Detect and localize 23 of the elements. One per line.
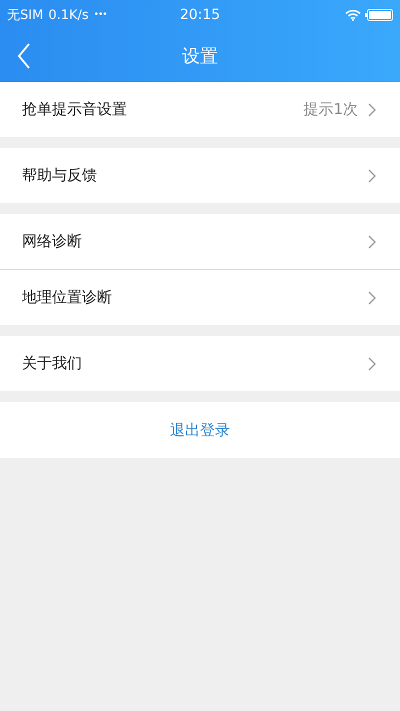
settings-row[interactable]: 地理位置诊断 bbox=[0, 270, 400, 325]
clock: 20:15 bbox=[180, 7, 220, 23]
chevron-icon bbox=[368, 168, 376, 182]
row-value: 提示1次 bbox=[303, 100, 358, 119]
row-label: 帮助与反馈 bbox=[22, 166, 97, 185]
row-label: 地理位置诊断 bbox=[22, 288, 112, 307]
chevron-icon bbox=[368, 290, 376, 304]
more-icon: ••• bbox=[94, 10, 107, 20]
chevron-icon bbox=[368, 356, 376, 370]
settings-row[interactable]: 网络诊断 bbox=[0, 214, 400, 270]
settings-row[interactable]: 关于我们 bbox=[0, 336, 400, 391]
row-label: 网络诊断 bbox=[22, 232, 82, 251]
page-title: 设置 bbox=[182, 45, 218, 68]
settings-row[interactable]: 帮助与反馈 bbox=[0, 148, 400, 203]
carrier-text: 无SIM bbox=[7, 7, 44, 24]
chevron-icon bbox=[368, 102, 376, 116]
settings-row[interactable]: 抢单提示音设置 提示1次 bbox=[0, 82, 400, 137]
network-speed: 0.1K/s bbox=[48, 8, 89, 22]
wifi-icon bbox=[345, 9, 361, 21]
chevron-icon bbox=[368, 234, 376, 248]
battery-icon bbox=[365, 9, 393, 21]
row-label: 关于我们 bbox=[22, 354, 82, 373]
row-label: 抢单提示音设置 bbox=[22, 100, 127, 119]
